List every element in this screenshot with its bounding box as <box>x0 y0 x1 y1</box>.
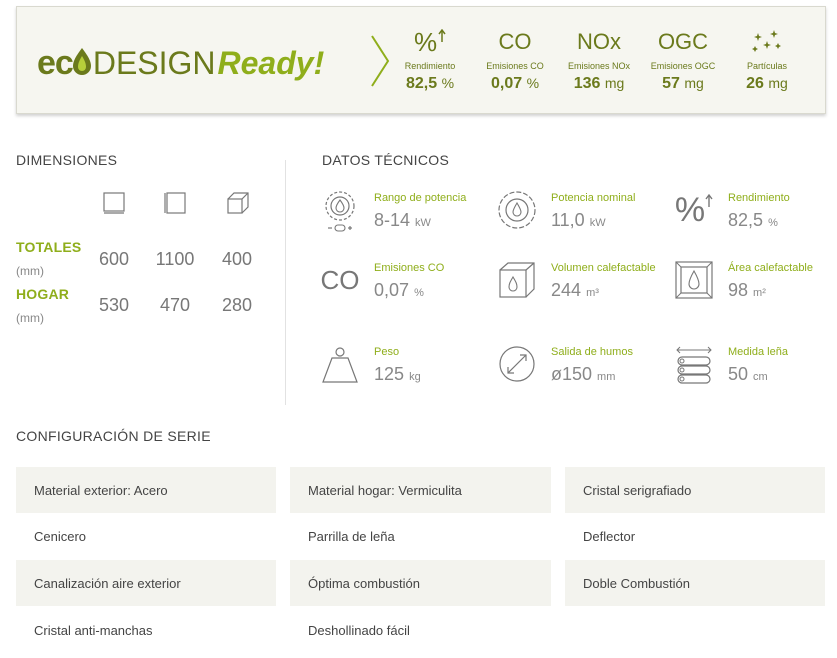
config-item: Deshollinado fácil <box>308 622 410 638</box>
metric-value: 0,07 % <box>490 75 540 92</box>
tech-label: Medida leña <box>728 346 788 358</box>
metric-efficiency: % Rendimiento 82,5 % <box>389 25 471 93</box>
config-item: Cristal anti-manchas <box>34 622 153 638</box>
dim-unit: (mm) <box>16 311 44 325</box>
dim-value: 400 <box>221 249 253 269</box>
logo-eco-text: ec <box>37 44 74 82</box>
tech-label: Volumen calefactable <box>551 262 656 274</box>
dim-value: 280 <box>221 295 253 315</box>
dim-value: 600 <box>98 249 130 269</box>
tech-label: Rendimiento <box>728 192 790 204</box>
tech-value: 0,07 % <box>374 280 424 300</box>
tech-value: ø150 mm <box>551 364 616 384</box>
metric-label: Partículas <box>746 61 788 71</box>
metric-value: 82,5 % <box>405 75 455 92</box>
dim-unit: (mm) <box>16 264 44 278</box>
tech-value: 125 kg <box>374 364 421 384</box>
logo-design-text: DESIGN <box>92 45 216 81</box>
config-item: Parrilla de leña <box>308 528 395 544</box>
nominal-power-icon <box>497 190 537 230</box>
metric-label: Rendimiento <box>404 61 456 71</box>
ecodesign-logo: ec DESIGN Ready! <box>37 41 324 85</box>
tech-label: Salida de humos <box>551 346 633 358</box>
metric-ogc: OGC Emisiones OGC 57 mg <box>642 25 724 93</box>
tech-value: 244 m³ <box>551 280 599 300</box>
width-icon <box>103 192 125 214</box>
tech-value: 50 cm <box>728 364 768 384</box>
metric-value: 57 mg <box>662 75 704 92</box>
tech-value: 11,0 kW <box>551 210 606 230</box>
heating-volume-icon <box>497 260 537 300</box>
metric-label: Emisiones CO <box>486 61 544 71</box>
metric-value: 26 mg <box>746 75 788 92</box>
dim-value: 470 <box>159 295 191 315</box>
configuration-title: CONFIGURACIÓN DE SERIE <box>16 428 211 444</box>
tech-label: Emisiones CO <box>374 262 445 274</box>
tech-value: 8-14 kW <box>374 210 431 230</box>
efficiency-symbol-icon: % <box>389 25 471 59</box>
metric-nox: NOx Emisiones NOx 136 mg <box>558 25 640 93</box>
dimensions-title: DIMENSIONES <box>16 152 118 168</box>
technical-title: DATOS TÉCNICOS <box>322 152 450 168</box>
tech-label: Peso <box>374 346 400 358</box>
metric-particles: Partículas 26 mg <box>726 25 808 93</box>
power-range-icon <box>320 190 360 232</box>
metric-label: Emisiones OGC <box>650 61 716 71</box>
dim-value: 530 <box>98 295 130 315</box>
dim-row-label-totales: TOTALES <box>16 239 82 255</box>
weight-icon <box>320 344 360 384</box>
metric-co: CO Emisiones CO 0,07 % <box>474 25 556 93</box>
ogc-symbol: OGC <box>657 29 709 54</box>
config-item: Material hogar: Vermiculita <box>290 467 551 513</box>
heating-area-icon <box>674 260 714 300</box>
dim-row-label-hogar: HOGAR <box>16 286 70 302</box>
co-symbol: CO <box>498 29 532 54</box>
config-item: Deflector <box>583 528 636 544</box>
metric-value: 136 mg <box>573 75 625 92</box>
chevron-right-icon <box>371 35 390 87</box>
dim-value: 1100 <box>155 249 195 269</box>
tech-label: Potencia nominal <box>551 192 636 204</box>
metric-label: Emisiones NOx <box>567 61 630 71</box>
config-item: Óptima combustión <box>290 560 551 606</box>
section-divider <box>285 160 286 405</box>
log-size-icon <box>674 344 714 384</box>
config-item: Doble Combustión <box>565 560 825 606</box>
flue-outlet-icon <box>497 344 537 384</box>
efficiency-icon: % <box>674 190 714 230</box>
config-item: Cristal serigrafiado <box>565 467 825 513</box>
co-emissions-icon: CO <box>320 265 360 295</box>
tech-label: Área calefactable <box>728 262 813 274</box>
config-item: Canalización aire exterior <box>16 560 276 606</box>
tech-value: 98 m² <box>728 280 766 300</box>
depth-icon <box>227 192 249 214</box>
logo-drop-icon <box>72 41 91 85</box>
ecodesign-banner: ec DESIGN Ready! % Rendimiento 82,5 % CO… <box>16 6 826 114</box>
config-item: Cenicero <box>34 528 87 544</box>
nox-symbol: NOx <box>577 29 621 54</box>
particles-icon <box>726 25 808 59</box>
tech-value: 82,5 % <box>728 210 778 230</box>
config-item: Material exterior: Acero <box>16 467 276 513</box>
tech-label: Rango de potencia <box>374 192 467 204</box>
height-icon <box>164 192 186 214</box>
logo-ready-text: Ready! <box>217 45 325 81</box>
